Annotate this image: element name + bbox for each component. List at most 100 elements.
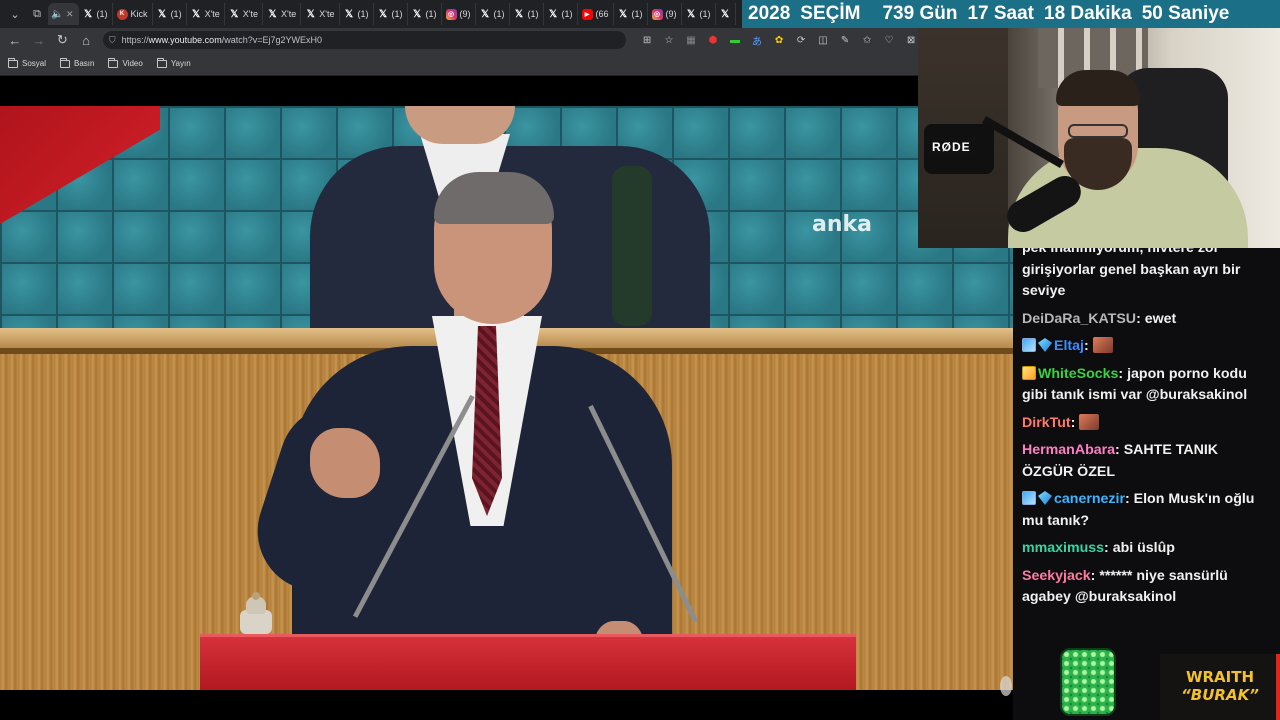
bookmarks-bar: Sosyal Basın Video Yayın bbox=[0, 52, 918, 76]
browser-tab[interactable]: 𝕏 X'te bbox=[225, 3, 264, 25]
tab-label: (9) bbox=[665, 9, 677, 19]
chat-message: HermanAbara: SAHTE TANIK ÖZGÜR ÖZEL bbox=[1022, 440, 1271, 483]
browser-tab[interactable]: 𝕏 bbox=[716, 3, 736, 25]
bookmark-folder-video[interactable]: Video bbox=[108, 57, 143, 68]
chat-message: Seekyjack: ****** niye sansürlü agabey @… bbox=[1022, 566, 1271, 609]
chat-username[interactable]: Seekyjack bbox=[1022, 568, 1091, 584]
pen-icon[interactable]: ✎ bbox=[838, 33, 852, 47]
tab-search-icon[interactable]: ⌄ bbox=[4, 3, 26, 25]
browser-tab[interactable]: 𝕏 (1) bbox=[340, 3, 374, 25]
translate-icon[interactable]: あ bbox=[750, 33, 764, 48]
folder-icon bbox=[8, 57, 18, 68]
browser-tab[interactable]: 𝕏 (1) bbox=[476, 3, 510, 25]
video-frame: anka bbox=[0, 106, 1013, 690]
chat-message: WhiteSocks: japon porno kodu gibi tanık … bbox=[1022, 364, 1271, 407]
chat-message: DirkTut: bbox=[1022, 413, 1271, 435]
browser-tab[interactable]: 𝕏 (1) bbox=[544, 3, 578, 25]
chat-badge-diamond-icon bbox=[1038, 338, 1052, 352]
extensions-puzzle-icon[interactable]: ⟳ bbox=[794, 33, 808, 47]
favorites-icon[interactable]: ✩ bbox=[860, 33, 874, 47]
browser-tab[interactable]: 𝕏 (1) bbox=[408, 3, 442, 25]
home-icon[interactable]: ⌂ bbox=[75, 29, 97, 51]
browser-tab[interactable]: 𝕏 X'te bbox=[263, 3, 302, 25]
green-barrel-logo bbox=[1060, 648, 1116, 716]
chat-username[interactable]: canernezir bbox=[1054, 491, 1125, 507]
browser-tab[interactable]: 𝕏 (1) bbox=[510, 3, 544, 25]
chat-separator: : bbox=[1104, 540, 1113, 556]
browser-tab[interactable]: K Kick bbox=[113, 3, 153, 25]
bookmark-folder-yayin[interactable]: Yayın bbox=[156, 57, 191, 68]
tab-label: X'te bbox=[281, 9, 297, 19]
site-info-icon[interactable]: ⛉ bbox=[109, 35, 116, 46]
browser-tab[interactable]: 𝕏 (1) bbox=[614, 3, 648, 25]
chat-text: abi üslûp bbox=[1112, 540, 1175, 556]
close-icon[interactable]: ✕ bbox=[66, 9, 74, 20]
bookmark-folder-sosyal[interactable]: Sosyal bbox=[8, 57, 46, 68]
browser-tab[interactable]: 𝕏 (1) bbox=[153, 3, 187, 25]
tab-label: (66 bbox=[595, 9, 609, 19]
tab-label: (1) bbox=[391, 9, 403, 19]
chat-separator: : bbox=[1115, 442, 1124, 458]
forward-arrow-icon[interactable]: → bbox=[28, 29, 50, 51]
browser-tab[interactable]: ◎ (9) bbox=[648, 3, 682, 25]
chat-message: Eltaj: bbox=[1022, 336, 1271, 358]
instagram-icon: ◎ bbox=[445, 8, 457, 20]
back-arrow-icon[interactable]: ← bbox=[4, 29, 26, 51]
extension-green-icon[interactable]: ▬ bbox=[728, 33, 742, 47]
address-bar[interactable]: ⛉ https://www.youtube.com/watch?v=Ej7g2Y… bbox=[102, 31, 627, 49]
browser-toolbar: ← → ↻ ⌂ ⛉ https://www.youtube.com/watch?… bbox=[0, 28, 918, 52]
browser-tab[interactable]: 𝕏 (1) bbox=[682, 3, 716, 25]
url-text: https://www.youtube.com/watch?v=Ej7g2YWE… bbox=[121, 35, 322, 45]
chat-username[interactable]: Eltaj bbox=[1054, 338, 1084, 354]
browser-tabstrip: ⌄ ⧉ 🔈 ✕ 𝕏 (1) K Kick 𝕏 (1) 𝕏 X'te 𝕏 X'te 𝕏 X'te 𝕏 X't… bbox=[0, 0, 742, 28]
bookmark-folder-basin[interactable]: Basın bbox=[60, 57, 94, 68]
countdown-seconds: 50 Saniye bbox=[1141, 3, 1230, 24]
tab-label: (1) bbox=[493, 9, 505, 19]
chat-separator: : bbox=[1136, 310, 1145, 327]
chat-badge-diamond-icon bbox=[1038, 491, 1052, 505]
adblock-icon[interactable]: ⬢ bbox=[706, 33, 720, 47]
mic-brand-label: RØDE bbox=[928, 138, 975, 156]
x-logo-icon: 𝕏 bbox=[618, 8, 628, 20]
chat-username[interactable]: DirkTut bbox=[1022, 415, 1071, 431]
reload-icon[interactable]: ↻ bbox=[51, 29, 73, 51]
tab-label: X'te bbox=[204, 9, 220, 19]
bookmark-star-icon[interactable]: ☆ bbox=[662, 33, 676, 47]
browser-tab[interactable]: 𝕏 (1) bbox=[374, 3, 408, 25]
chat-username[interactable]: mmaximuss bbox=[1022, 540, 1104, 556]
reader-mode-icon[interactable]: ⊞ bbox=[640, 33, 654, 47]
screenshot-icon[interactable]: ⊠ bbox=[904, 33, 918, 47]
heart-icon[interactable]: ♡ bbox=[882, 33, 896, 47]
chat-username[interactable]: DeiDaRa_KATSU bbox=[1022, 311, 1136, 327]
stream-screen: ⌄ ⧉ 🔈 ✕ 𝕏 (1) K Kick 𝕏 (1) 𝕏 X'te 𝕏 X'te 𝕏 X'te 𝕏 X't… bbox=[0, 0, 1280, 720]
chat-message: mmaximuss: abi üslûp bbox=[1022, 538, 1271, 560]
browser-tab[interactable]: ◎ (9) bbox=[442, 3, 476, 25]
kick-icon: K bbox=[116, 8, 128, 20]
tab-label: (1) bbox=[357, 9, 369, 19]
x-logo-icon: 𝕏 bbox=[514, 8, 524, 20]
chat-username[interactable]: WhiteSocks bbox=[1038, 366, 1118, 382]
split-view-icon[interactable]: ◫ bbox=[816, 33, 830, 47]
chat-panel: pek inanmıyorum, nivtere zor girişiyorla… bbox=[1013, 248, 1280, 720]
instagram-icon: ◎ bbox=[651, 8, 663, 20]
chat-username[interactable]: HermanAbara bbox=[1022, 442, 1115, 458]
countdown-days: 739 Gün bbox=[882, 3, 958, 24]
tab-label: (1) bbox=[170, 9, 182, 19]
chat-message: DeiDaRa_KATSU: ewet bbox=[1022, 309, 1271, 331]
browser-tab[interactable]: ▶ (66 bbox=[578, 3, 614, 25]
tab-label: Kick bbox=[130, 9, 148, 19]
video-player[interactable]: anka bbox=[0, 76, 1013, 720]
chat-separator: : bbox=[1124, 491, 1134, 507]
browser-tab[interactable]: 𝕏 X'te bbox=[187, 3, 225, 25]
countdown-minutes: 18 Dakika bbox=[1044, 3, 1132, 24]
browser-tab[interactable]: 𝕏 (1) bbox=[79, 3, 113, 25]
tab-active[interactable]: 🔈 ✕ bbox=[48, 3, 79, 25]
extension-colorful-icon[interactable]: ✿ bbox=[772, 33, 786, 47]
workspaces-icon[interactable]: ⧉ bbox=[26, 3, 48, 25]
x-logo-icon: 𝕏 bbox=[268, 8, 277, 20]
chat-badge-pencil-icon bbox=[1022, 365, 1036, 380]
countdown-year: 2028 bbox=[748, 3, 791, 24]
extension-icon[interactable]: ▦ bbox=[684, 33, 698, 47]
browser-tab[interactable]: 𝕏 X'te bbox=[301, 3, 340, 25]
chat-emote-icon bbox=[1079, 413, 1100, 430]
